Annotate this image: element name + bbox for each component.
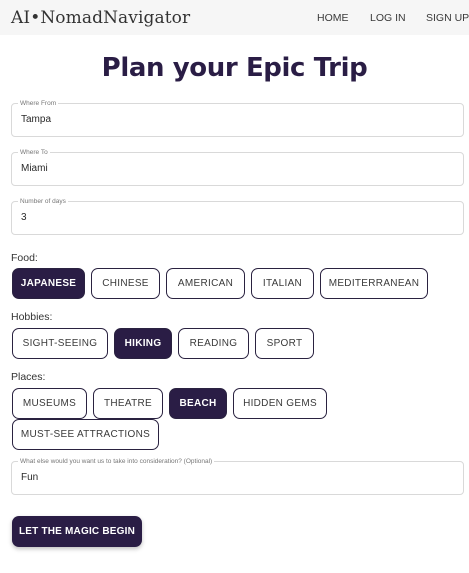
place-chip-hidden-gems[interactable]: HIDDEN GEMS [233,388,327,419]
food-chip-mediterranean[interactable]: MEDITERRANEAN [320,268,428,299]
where-from-input[interactable] [21,114,451,125]
hobby-chip-sport[interactable]: SPORT [255,328,314,359]
where-to-input[interactable] [21,163,451,174]
days-field[interactable]: Number of days [11,197,464,235]
hobby-chip-sight-seeing[interactable]: SIGHT-SEEING [12,328,108,359]
food-label: Food: [11,252,38,264]
hobbies-label: Hobbies: [11,311,53,323]
food-chip-american[interactable]: AMERICAN [166,268,245,299]
notes-field[interactable]: What else would you want us to take into… [11,457,464,495]
food-chip-italian[interactable]: ITALIAN [251,268,314,299]
nav-link-login[interactable]: LOG IN [370,12,406,24]
place-chip-theatre[interactable]: THEATRE [93,388,163,419]
notes-label: What else would you want us to take into… [18,457,215,466]
food-chip-japanese[interactable]: JAPANESE [12,268,85,299]
place-chip-must-see-attractions[interactable]: MUST-SEE ATTRACTIONS [12,419,159,450]
places-label: Places: [11,371,46,383]
where-from-label: Where From [18,99,59,108]
where-from-field[interactable]: Where From [11,99,464,137]
food-chip-chinese[interactable]: CHINESE [91,268,160,299]
hobby-chip-reading[interactable]: READING [178,328,249,359]
notes-input[interactable] [21,472,451,483]
days-label: Number of days [18,197,68,206]
place-chip-beach[interactable]: BEACH [169,388,227,419]
brand-logo[interactable]: AI•NomadNavigator [11,8,190,28]
page-title: Plan your Epic Trip [101,53,368,83]
nav-link-signup[interactable]: SIGN UP [426,12,469,24]
hobby-chip-hiking[interactable]: HIKING [114,328,172,359]
where-to-label: Where To [18,148,50,157]
where-to-field[interactable]: Where To [11,148,464,186]
nav-link-home[interactable]: HOME [317,12,349,24]
let-the-magic-begin-button[interactable]: LET THE MAGIC BEGIN [12,516,142,547]
place-chip-museums[interactable]: MUSEUMS [12,388,87,419]
days-input[interactable] [21,212,451,223]
top-navbar: AI•NomadNavigator HOME LOG IN SIGN UP [0,0,469,35]
